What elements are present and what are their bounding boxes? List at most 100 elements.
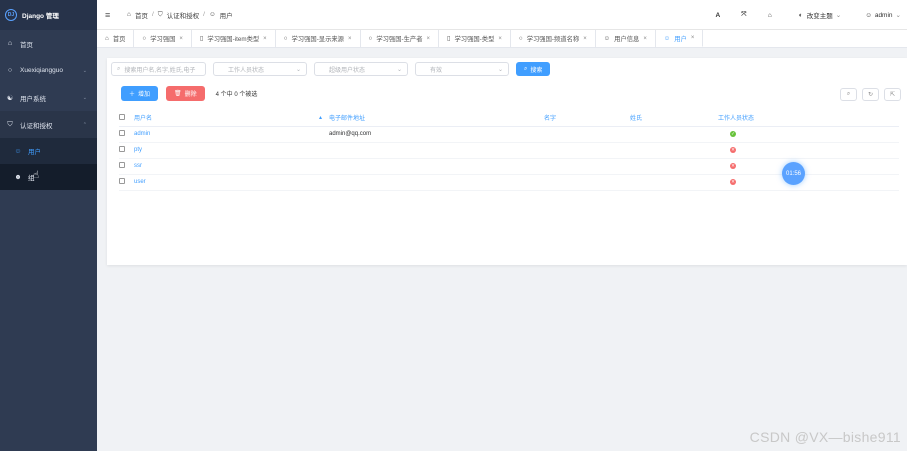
search-input[interactable]: ⌕ 搜索用户名,名字,姓氏,电子 — [111, 62, 206, 76]
tab-label: 学习强国-item类型 — [207, 36, 260, 43]
circle-icon: ○ — [518, 35, 523, 42]
tab-item-type[interactable]: ▯ 学习强国-item类型 × — [192, 30, 276, 47]
chevron-down-icon: ⌄ — [295, 66, 301, 73]
breadcrumb-separator: / — [203, 11, 205, 18]
watermark: CSDN @VX—bishe911 — [749, 429, 901, 445]
last-name-cell — [630, 126, 718, 143]
sidebar-item-label: 用户系统 — [20, 95, 46, 103]
sidebar: DJ Django 管理 ⌂ 首页 ○ Xuexiqiangguo ⌄ ☯ 用户… — [0, 0, 97, 451]
chevron-down-icon: ⌄ — [497, 66, 503, 73]
row-checkbox[interactable] — [119, 178, 125, 184]
empty-cell — [319, 142, 329, 159]
close-icon[interactable]: × — [427, 36, 431, 42]
sidebar-submenu-auth: ☺ 用户 ☻ 组 — [0, 138, 97, 190]
font-size-icon[interactable]: A — [705, 12, 731, 19]
sidebar-item-user-system[interactable]: ☯ 用户系统 ⌄ — [0, 84, 97, 111]
breadcrumb-item[interactable]: 认证和授权 — [167, 10, 200, 20]
shield-icon: ⛉ — [7, 120, 13, 128]
export-icon[interactable]: ⇱ — [884, 88, 901, 101]
tab-display-source[interactable]: ○ 学习强国-显示来源 × — [276, 30, 361, 47]
user-icon: ☺ — [603, 35, 611, 42]
last-name-cell — [630, 142, 718, 159]
tab-users[interactable]: ☺ 用户 × — [655, 30, 704, 47]
search-icon: ⌕ — [524, 65, 528, 72]
row-checkbox[interactable] — [119, 146, 125, 152]
tab-type[interactable]: ▯ 学习强国-类型 × — [439, 30, 511, 47]
tab-label: 学习强国-类型 — [454, 36, 495, 43]
sidebar-item-auth[interactable]: ⛉ 认证和授权 ⌃ — [0, 111, 97, 138]
tab-label: 学习强国 — [150, 36, 176, 43]
document-icon: ▯ — [199, 35, 204, 42]
user-menu[interactable]: admin — [875, 12, 893, 19]
tab-producer[interactable]: ○ 学习强国-生产者 × — [361, 30, 440, 47]
last-name-cell — [630, 174, 718, 191]
close-icon[interactable]: × — [263, 36, 267, 42]
breadcrumb: ⌂ 首页 / ⛉ 认证和授权 / ☺ 用户 — [127, 10, 233, 20]
select-value: 工作人员状态 — [228, 67, 265, 74]
plus-icon: ＋ — [129, 92, 136, 98]
circle-icon: ○ — [283, 35, 288, 42]
column-username[interactable]: 用户名 — [134, 110, 319, 127]
chevron-down-icon: ⌄ — [82, 67, 87, 74]
username-link[interactable]: user — [134, 174, 319, 191]
sidebar-item-label: 认证和授权 — [20, 122, 53, 130]
username-link[interactable]: ssr — [134, 158, 319, 175]
sidebar-item-groups[interactable]: ☻ 组 — [0, 164, 97, 190]
close-icon[interactable]: × — [179, 36, 183, 42]
empty-cell — [319, 126, 329, 143]
search-button[interactable]: ⌕ 搜索 — [516, 62, 551, 76]
close-icon[interactable]: × — [498, 36, 502, 42]
refresh-icon[interactable]: ↻ — [862, 88, 879, 101]
home-icon[interactable]: ⌂ — [757, 12, 783, 19]
close-icon[interactable]: × — [643, 36, 647, 42]
breadcrumb-item[interactable]: 首页 — [135, 10, 148, 20]
select-all-checkbox[interactable] — [119, 113, 125, 120]
sidebar-item-label: 用户 — [28, 149, 41, 156]
tab-channel-name[interactable]: ○ 学习强国-频道名称 × — [511, 30, 596, 47]
close-icon[interactable]: × — [583, 36, 587, 42]
sidebar-item-home[interactable]: ⌂ 首页 — [0, 30, 97, 57]
tab-user-info[interactable]: ☺ 用户信息 × — [596, 30, 656, 47]
staff-status-select[interactable]: 工作人员状态 ⌄ — [213, 62, 307, 76]
delete-button[interactable]: 🗑 删除 — [166, 86, 205, 101]
column-first-name[interactable]: 名字 — [544, 110, 630, 127]
floating-timer-badge[interactable]: 01:56 — [782, 162, 805, 185]
column-email[interactable]: 电子邮件地址 — [329, 110, 544, 127]
row-select-cell — [119, 126, 134, 143]
username-link[interactable]: admin — [134, 126, 319, 143]
user-icon: ☺ — [14, 147, 22, 155]
header-actions: A ⤧ ⌂ ◐ 改变主题 ⌄ ☺ admin ⌄ — [705, 0, 907, 30]
menu-toggle-icon[interactable]: ≡ — [105, 10, 121, 20]
sidebar-item-users[interactable]: ☺ 用户 — [0, 138, 97, 164]
close-icon[interactable]: × — [348, 36, 352, 42]
shield-icon: ⛉ — [157, 10, 163, 18]
chevron-down-icon: ⌄ — [82, 94, 87, 101]
sidebar-item-label: 首页 — [20, 41, 33, 49]
row-checkbox[interactable] — [119, 130, 125, 136]
close-icon[interactable]: × — [691, 35, 695, 41]
add-button[interactable]: ＋ 增加 — [121, 86, 159, 101]
check-circle-icon: ✓ — [730, 131, 736, 137]
row-checkbox[interactable] — [119, 162, 125, 168]
tab-home[interactable]: ⌂ 首页 — [97, 30, 135, 47]
row-select-cell — [119, 174, 134, 191]
superuser-status-select[interactable]: 超级用户状态 ⌄ — [314, 62, 408, 76]
django-logo-icon: DJ — [5, 9, 17, 21]
palette-icon: ◐ — [798, 11, 803, 19]
column-last-name[interactable]: 姓氏 — [630, 110, 718, 127]
staff-status-cell: ✓ — [718, 126, 899, 143]
tab-xuexiqiangguo[interactable]: ○ 学习强国 × — [134, 30, 192, 47]
search-icon[interactable]: ⌕ — [840, 88, 857, 101]
sort-asc-icon[interactable]: ▴ — [319, 110, 329, 127]
theme-button[interactable]: 改变主题 — [807, 10, 833, 20]
brand[interactable]: DJ Django 管理 — [0, 0, 97, 30]
active-status-select[interactable]: 有效 ⌄ — [415, 62, 509, 76]
last-name-cell — [630, 158, 718, 175]
user-icon: ☺ — [865, 11, 872, 19]
column-staff-status[interactable]: 工作人员状态 — [718, 110, 899, 127]
fullscreen-icon[interactable]: ⤧ — [731, 11, 757, 19]
circle-icon: ○ — [368, 35, 373, 42]
sidebar-item-xuexiqiangguo[interactable]: ○ Xuexiqiangguo ⌄ — [0, 57, 97, 84]
username-link[interactable]: pty — [134, 142, 319, 159]
email-cell — [329, 158, 544, 175]
